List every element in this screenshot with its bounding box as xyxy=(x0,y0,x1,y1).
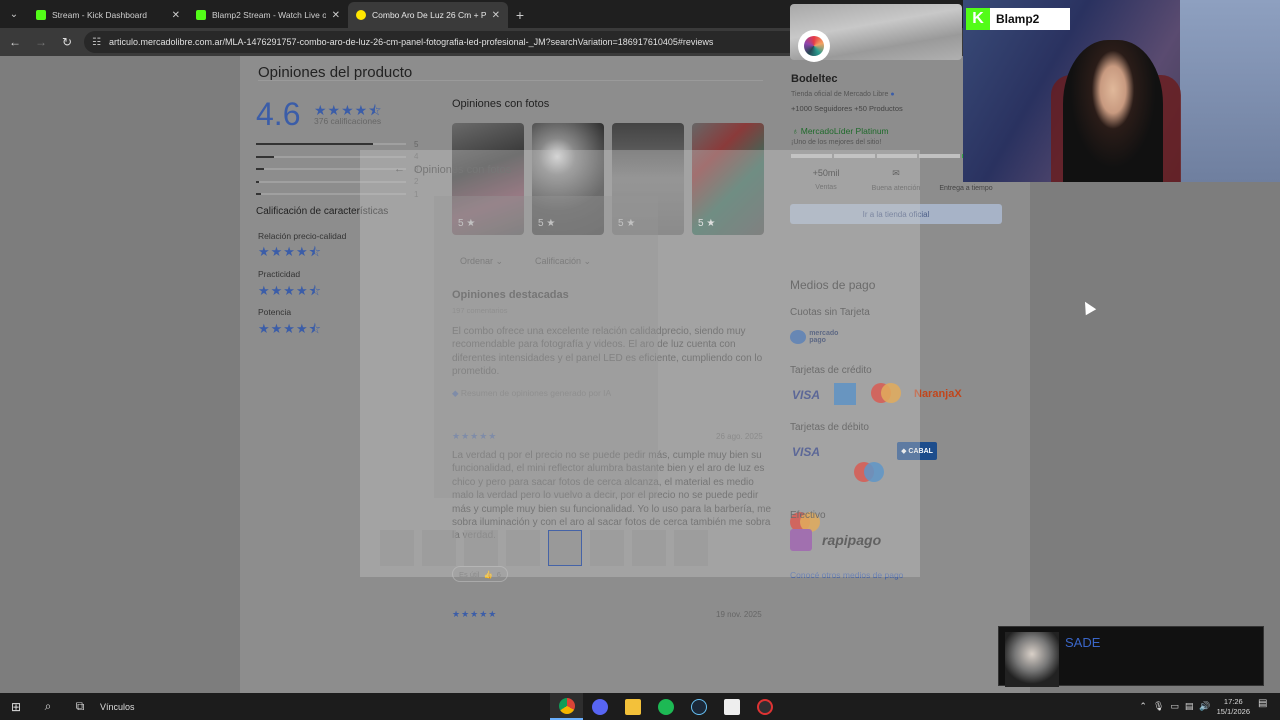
modal-thumbnail[interactable] xyxy=(674,530,708,566)
mercadolibre-favicon-icon xyxy=(356,10,366,20)
streamer xyxy=(1063,40,1163,182)
photo-reviews-title: Opiniones con fotos xyxy=(452,98,550,110)
seller-stats: +1000 Seguidores +50 Productos xyxy=(791,104,903,113)
kick-channel-badge: K Blamp2 xyxy=(966,8,1070,30)
tab-search-icon[interactable]: ⌄ xyxy=(0,0,28,28)
site-info-icon[interactable]: ☷ xyxy=(92,37,101,48)
tab-kick-dashboard[interactable]: Stream - Kick Dashboard ✕ xyxy=(28,2,188,28)
rating-bar-fill xyxy=(256,155,274,158)
artist-name: SADE xyxy=(1065,635,1101,650)
characteristic-stars: ★★★★⯪ xyxy=(258,244,322,259)
characteristic-label: Relación precio-calidad xyxy=(258,231,347,241)
review-date: 19 nov. 2025 xyxy=(716,610,762,619)
close-tab-icon[interactable]: ✕ xyxy=(492,10,500,21)
close-tab-icon[interactable]: ✕ xyxy=(172,10,180,21)
tab-label: Blamp2 Stream - Watch Live on xyxy=(212,10,326,20)
system-tray: ⌃ 🎙 ▭ ▤ 🔊 17:26 15/1/2026 xyxy=(1139,693,1250,720)
rating-bar-fill xyxy=(256,193,261,196)
seller-name[interactable]: Bodeltec xyxy=(791,73,837,85)
tab-label: Stream - Kick Dashboard xyxy=(52,10,147,20)
volume-icon[interactable]: 🔊 xyxy=(1199,701,1210,712)
url-text: articulo.mercadolibre.com.ar/MLA-1476291… xyxy=(108,37,714,47)
rating-bar-row[interactable]: 5 xyxy=(256,138,426,151)
epic-games-icon[interactable] xyxy=(715,693,748,720)
reload-icon[interactable]: ↻ xyxy=(58,33,76,51)
characteristic-stars: ★★★★⯪ xyxy=(258,283,322,298)
close-tab-icon[interactable]: ✕ xyxy=(332,10,340,21)
clock-time: 17:26 xyxy=(1223,696,1243,706)
review-stars: ★★★★★ xyxy=(452,609,498,619)
system-clock[interactable]: 17:26 15/1/2026 xyxy=(1217,697,1250,717)
display-icon[interactable]: ▭ xyxy=(1170,701,1179,712)
rating-bar-fill xyxy=(256,168,264,171)
verified-icon: ● xyxy=(890,91,895,98)
album-art xyxy=(1005,632,1059,687)
reviews-title: Opiniones del producto xyxy=(258,64,413,81)
tab-label: Combo Aro De Luz 26 Cm + Pa xyxy=(372,10,486,20)
modal-thumbnail[interactable] xyxy=(548,530,582,566)
modal-thumbnail[interactable] xyxy=(380,530,414,566)
mercadolider-badge: ♁ MercadoLíder Platinum xyxy=(792,126,889,136)
rating-average: 4.6 xyxy=(256,96,301,132)
network-icon[interactable]: ▤ xyxy=(1185,701,1194,712)
modal-photo xyxy=(434,196,658,498)
seller-logo[interactable] xyxy=(798,30,830,62)
rating-bar-fill xyxy=(256,143,373,146)
now-playing-widget: SADE xyxy=(998,626,1264,687)
links-toolbar[interactable]: Vínculos xyxy=(100,702,135,712)
seller-subtitle: Tienda oficial de Mercado Libre ● xyxy=(791,91,895,98)
microphone-icon[interactable]: 🎙 xyxy=(1153,701,1164,712)
tab-blamp2-stream[interactable]: Blamp2 Stream - Watch Live on ✕ xyxy=(188,2,348,28)
badge-text: MercadoLíder Platinum xyxy=(800,126,889,136)
characteristic-label: Potencia xyxy=(258,307,292,317)
kick-favicon-icon xyxy=(196,10,206,20)
delivery-label: Entrega a tiempo xyxy=(939,185,993,192)
modal-thumbnail[interactable] xyxy=(590,530,624,566)
arrow-left-icon[interactable]: ← xyxy=(394,163,405,175)
back-icon[interactable]: ← xyxy=(6,33,24,51)
task-view-icon[interactable]: ⧉ xyxy=(64,693,96,720)
tab-mercadolibre-product[interactable]: Combo Aro De Luz 26 Cm + Pa ✕ xyxy=(348,2,508,28)
modal-thumbnail[interactable] xyxy=(506,530,540,566)
window-background xyxy=(1180,0,1280,182)
kick-logo-icon: K xyxy=(966,8,990,30)
naranjax-logo: NaranjaX xyxy=(914,388,962,400)
kick-favicon-icon xyxy=(36,10,46,20)
rating-bar-fill xyxy=(256,180,259,183)
chevron-up-icon[interactable]: ⌃ xyxy=(1139,701,1147,712)
official-store-text: Tienda oficial de Mercado Libre xyxy=(791,91,889,98)
modal-thumbnail[interactable] xyxy=(422,530,456,566)
spotify-icon[interactable] xyxy=(649,693,682,720)
rating-count: 376 calificaciones xyxy=(314,116,382,126)
chrome-icon[interactable] xyxy=(550,693,583,720)
modal-title: Opiniones con fotos xyxy=(414,164,512,176)
modal-thumbnail[interactable] xyxy=(464,530,498,566)
characteristic-label: Practicidad xyxy=(258,269,301,279)
modal-thumbnail-strip xyxy=(380,530,708,566)
steam-icon[interactable] xyxy=(682,693,715,720)
forward-icon[interactable]: → xyxy=(32,33,50,51)
pinned-apps xyxy=(550,693,781,720)
badge-subtitle: ¡Uno de los mejores del sitio! xyxy=(791,139,882,146)
modal-thumbnail[interactable] xyxy=(632,530,666,566)
search-icon[interactable]: ⌕ xyxy=(32,693,64,720)
clock-date: 15/1/2026 xyxy=(1216,706,1250,716)
new-tab-button[interactable]: + xyxy=(508,2,532,28)
notification-icon[interactable]: ▤ xyxy=(1258,698,1274,714)
discord-icon[interactable] xyxy=(583,693,616,720)
obs-icon[interactable] xyxy=(748,693,781,720)
medal-icon: ♁ xyxy=(792,126,799,136)
channel-name: Blamp2 xyxy=(996,12,1040,26)
file-explorer-icon[interactable] xyxy=(616,693,649,720)
windows-start-icon[interactable]: ⊞ xyxy=(0,693,32,720)
windows-taskbar: ⊞ ⌕ ⧉ Vínculos ⌃ 🎙 ▭ ▤ 🔊 17:26 15/1/2026… xyxy=(0,693,1280,720)
characteristic-stars: ★★★★⯪ xyxy=(258,321,322,336)
